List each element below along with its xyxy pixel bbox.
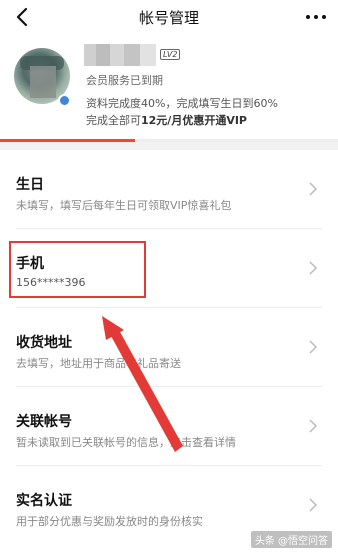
item-title: 生日 <box>16 177 44 193</box>
vip-offer-text[interactable]: 完成全部可12元/月优惠开通VIP <box>86 112 247 128</box>
chevron-right-icon <box>309 498 318 512</box>
username-blurred <box>84 44 156 66</box>
page-title: 帐号管理 <box>138 9 199 27</box>
item-title: 关联帐号 <box>16 414 72 430</box>
watermark: 头条 @悟空问答 <box>250 531 332 548</box>
item-subtitle: 去填写，地址用于商品与礼品寄送 <box>16 357 181 370</box>
item-subtitle: 用于部分优惠与奖励发放时的身份核实 <box>16 515 203 528</box>
profile-header: LV2 会员服务已到期 资料完成度40%，完成填写生日到60% 完成全部可12元… <box>0 36 338 142</box>
list-item-linked-accounts[interactable]: 关联帐号 暂未读取到已关联帐号的信息，点击查看详情 <box>0 387 338 466</box>
completion-text: 资料完成度40%，完成填写生日到60% <box>86 97 278 110</box>
section-separator <box>0 142 338 150</box>
chevron-right-icon <box>309 182 318 196</box>
item-subtitle: 暂未读取到已关联帐号的信息，点击查看详情 <box>16 436 236 449</box>
vip-offer-prefix: 完成全部可 <box>86 114 141 127</box>
nav-bar: 帐号管理 <box>0 0 338 36</box>
list-item-shipping-address[interactable]: 收货地址 去填写，地址用于商品与礼品寄送 <box>0 308 338 387</box>
chevron-right-icon <box>309 261 318 275</box>
verified-badge-icon <box>58 94 71 107</box>
account-settings-list: 生日 未填写，填写后每年生日可领取VIP惊喜礼包 手机 156*****396 … <box>0 150 338 545</box>
vip-status-text: 会员服务已到期 <box>86 74 163 87</box>
list-item-birthday[interactable]: 生日 未填写，填写后每年生日可领取VIP惊喜礼包 <box>0 150 338 229</box>
chevron-right-icon <box>309 340 318 354</box>
chevron-right-icon <box>309 419 318 433</box>
item-subtitle: 未填写，填写后每年生日可领取VIP惊喜礼包 <box>16 199 232 212</box>
more-icon[interactable] <box>304 7 328 27</box>
item-title: 实名认证 <box>16 493 72 509</box>
level-badge: LV2 <box>160 49 181 60</box>
vip-offer-price: 12元/月优惠开通VIP <box>141 114 247 127</box>
highlight-box-annotation <box>9 241 146 298</box>
item-title: 收货地址 <box>16 335 72 351</box>
